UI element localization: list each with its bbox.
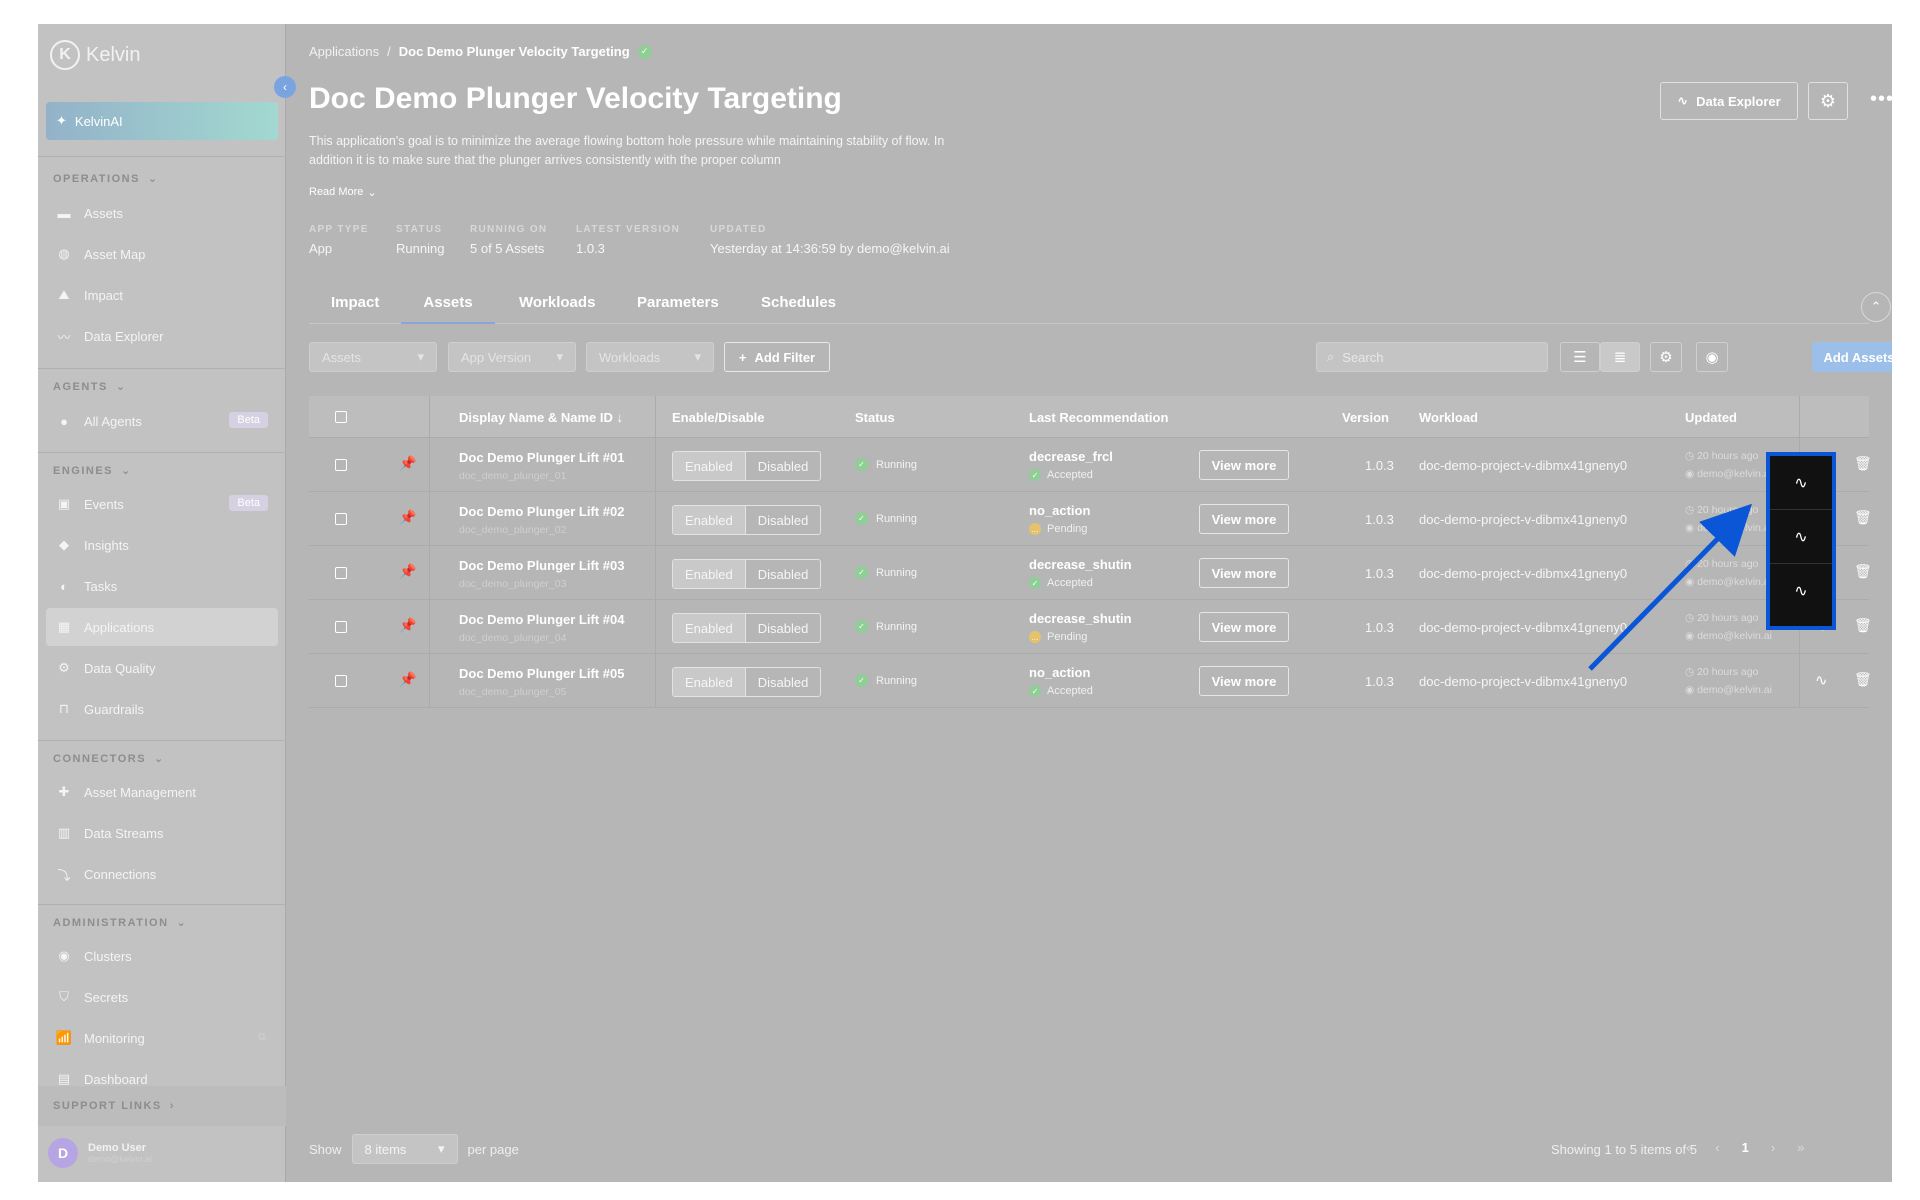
app-window: K Kelvin ‹ ✦ KelvinAI OPERATIONS ⌄ ▬ Asset… [38, 24, 1892, 1182]
annotation-arrow [1588, 503, 1752, 671]
